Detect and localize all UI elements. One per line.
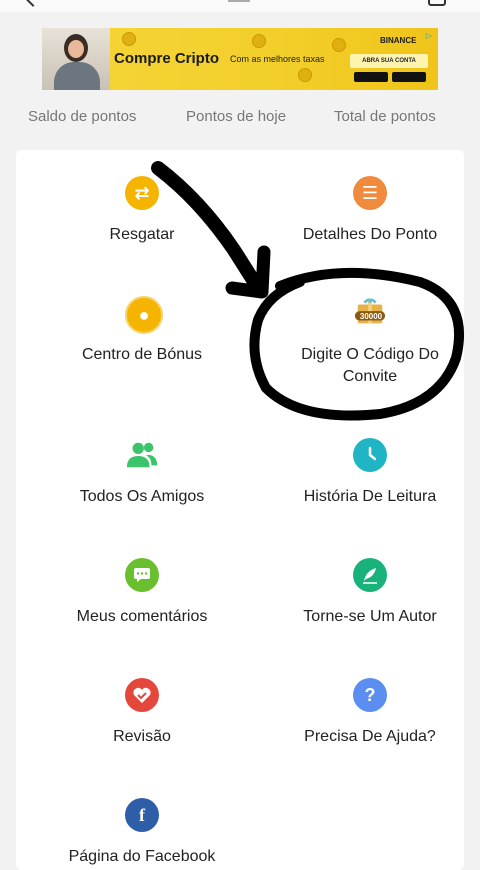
coin-bag-icon: ● (125, 296, 163, 334)
menu-item-label: Torne-se Um Autor (303, 608, 437, 625)
share-icon[interactable] (428, 0, 446, 6)
app-store-badge[interactable] (392, 72, 426, 82)
ad-brand: BINANCE (380, 36, 417, 45)
menu-item-label: Digite O Código Do Convite (301, 346, 439, 385)
menu-item-label: Revisão (113, 728, 171, 745)
clock-icon (353, 438, 387, 472)
ad-cta-button[interactable]: ABRA SUA CONTA (350, 54, 428, 68)
friends-icon (125, 438, 159, 472)
menu-item-label: Página do Facebook (68, 848, 216, 865)
ad-title: Compre Cripto (114, 50, 219, 67)
quill-icon (353, 558, 387, 592)
points-today-label: Pontos de hoje (186, 108, 287, 125)
comment-icon (125, 558, 159, 592)
heart-check-icon (125, 678, 159, 712)
facebook-icon: f (125, 798, 159, 832)
menu-card: ⇄ Resgatar ☰ Detalhes Do Ponto ● Centro … (16, 150, 464, 870)
invite-bonus-badge: 30000 (359, 312, 383, 321)
top-bar (0, 0, 480, 12)
coins-stack-icon: ☰ (353, 176, 387, 210)
points-total-label: Total de pontos (334, 108, 436, 125)
menu-item-label: Centro de Bónus (81, 346, 203, 363)
back-arrow-icon[interactable] (23, 0, 43, 7)
exchange-icon: ⇄ (125, 176, 159, 210)
menu-item-label: Precisa De Ajuda? (304, 728, 436, 745)
menu-item-label: História De Leitura (303, 488, 437, 505)
ad-person-image (42, 28, 110, 90)
help-icon: ? (353, 678, 387, 712)
points-summary: Saldo de pontos Pontos de hoje Total de … (0, 100, 480, 134)
ad-subtitle: Com as melhores taxas (230, 54, 325, 64)
points-balance-label: Saldo de pontos (28, 108, 137, 125)
menu-item-label: Meus comentários (76, 608, 208, 625)
ad-choices-icon[interactable]: ▷ (422, 30, 436, 42)
gift-box-icon: 30000 (353, 296, 387, 330)
drag-handle (228, 0, 250, 2)
menu-item-label: Detalhes Do Ponto (302, 226, 438, 243)
ad-banner[interactable]: Compre Cripto Com as melhores taxas BINA… (42, 28, 438, 90)
menu-item-label: Resgatar (109, 226, 175, 243)
menu-item-label: Todos Os Amigos (79, 488, 205, 505)
google-play-badge[interactable] (354, 72, 388, 82)
